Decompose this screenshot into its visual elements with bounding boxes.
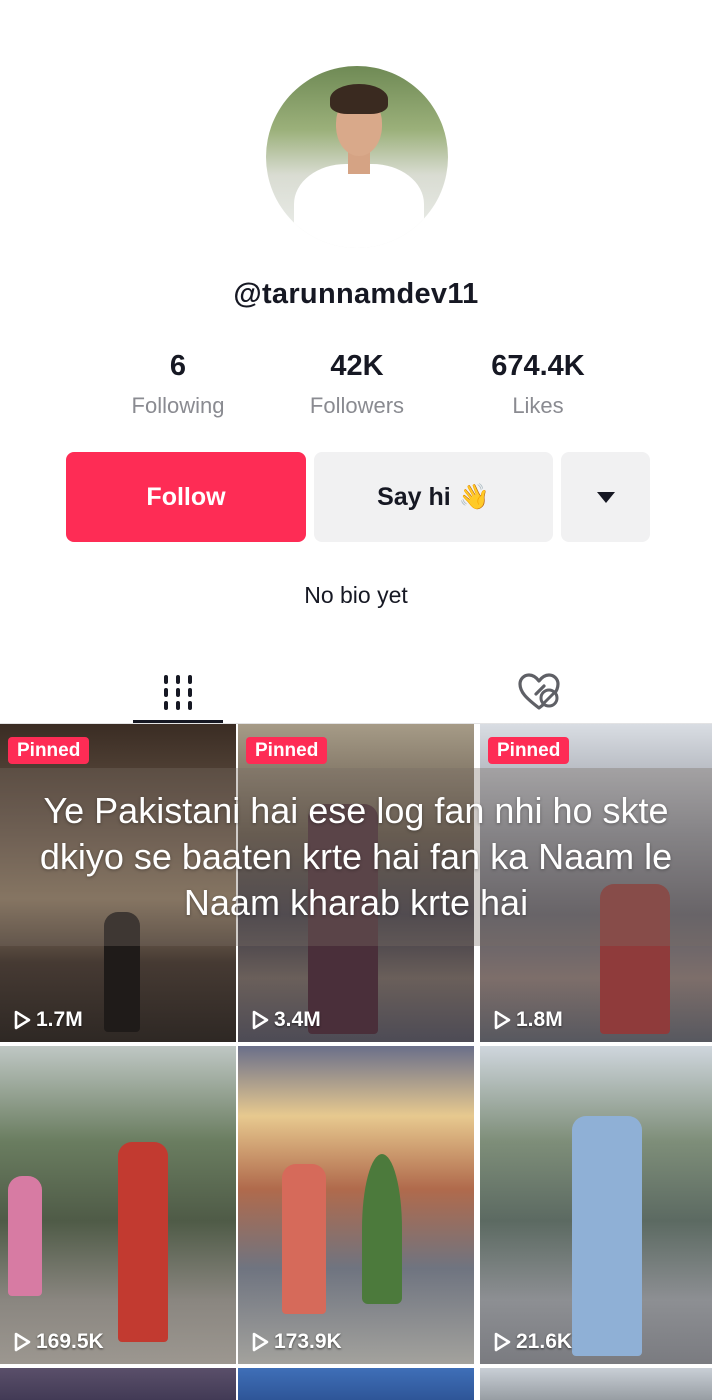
view-count: 1.7M [12,1008,83,1032]
video-thumbnail[interactable]: 173.9K [238,1046,474,1364]
view-count-value: 21.6K [516,1330,573,1353]
stat-followers[interactable]: 42K Followers [267,350,447,419]
view-count-value: 173.9K [274,1330,342,1353]
profile-avatar[interactable] [266,66,448,248]
stat-following-count: 6 [169,350,187,382]
video-subject [282,1164,326,1314]
pinned-badge: Pinned [8,737,90,764]
stat-likes-count: 674.4K [491,350,585,382]
play-icon [252,1010,269,1030]
pinned-badge: Pinned [246,737,328,764]
avatar-shirt [294,164,424,248]
video-thumbnail[interactable]: 21.6K [480,1046,712,1364]
caret-down-icon [596,491,615,503]
stat-following-label: Following [131,393,225,418]
video-thumbnail[interactable] [238,1368,474,1400]
play-icon [252,1332,269,1352]
tab-videos[interactable] [133,660,223,724]
profile-bio: No bio yet [304,582,408,608]
stat-following[interactable]: 6 Following [88,350,268,419]
video-thumbnail[interactable] [0,1368,236,1400]
more-options-button[interactable] [561,452,650,542]
stat-likes-label: Likes [512,393,564,418]
caption-line: Ye Pakistani hai ese log fan nhi ho skte [43,790,669,831]
view-count: 21.6K [492,1330,572,1354]
video-subject [572,1116,642,1356]
liked-hidden-icon [518,673,560,710]
video-subject [118,1142,168,1342]
stat-followers-label: Followers [309,393,405,418]
view-count-value: 169.5K [36,1330,104,1353]
view-count: 3.4M [250,1008,321,1032]
pinned-badge: Pinned [488,737,570,764]
tab-liked[interactable] [494,660,584,724]
follow-button[interactable]: Follow [66,452,306,542]
grid-icon [164,675,192,710]
waving-hand-icon: 👋 [458,482,490,511]
caption-overlay: Ye Pakistani hai ese log fan nhi ho skte… [0,788,712,926]
video-thumbnail[interactable] [480,1368,712,1400]
view-count: 173.9K [250,1330,342,1354]
avatar-hair [330,84,388,114]
caption-line: dkiyo se baaten krte hai fan ka Naam le [39,836,673,877]
stat-likes: 674.4K Likes [448,350,628,419]
view-count-value: 1.7M [36,1008,83,1031]
view-count-value: 1.8M [516,1008,563,1031]
view-count: 169.5K [12,1330,104,1354]
view-count-value: 3.4M [274,1008,321,1031]
play-icon [14,1010,31,1030]
play-icon [494,1332,511,1352]
play-icon [14,1332,31,1352]
video-plant [362,1154,402,1304]
view-count: 1.8M [492,1008,563,1032]
play-icon [494,1010,511,1030]
follow-button-label: Follow [146,482,226,511]
profile-username: @tarunnamdev11 [233,278,479,310]
video-thumbnail[interactable]: 169.5K [0,1046,236,1364]
say-hi-label: Say hi [377,482,451,511]
video-bystander [8,1176,42,1296]
caption-line: Naam kharab krte hai [183,882,529,923]
stat-followers-count: 42K [330,350,384,382]
say-hi-button[interactable]: Say hi 👋 [314,452,553,542]
